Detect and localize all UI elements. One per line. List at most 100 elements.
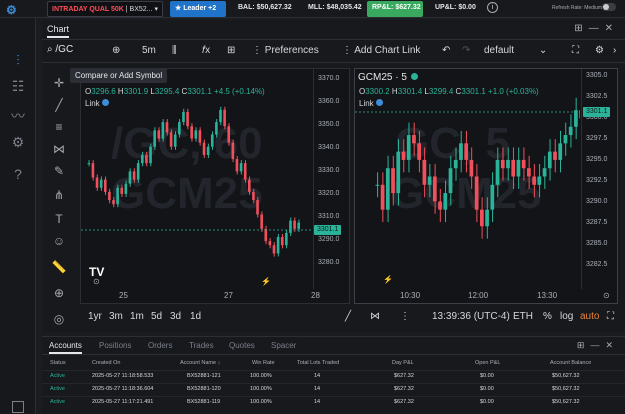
candle bbox=[401, 139, 406, 173]
redo-icon[interactable]: ↷ bbox=[462, 45, 470, 56]
chart-right[interactable]: GC, 5 GCM25 GCM25 · 5 O3300.2 H3301.4 L3… bbox=[354, 68, 618, 304]
crosshair-icon[interactable]: ✛ bbox=[51, 76, 67, 92]
chart-trend-icon[interactable]: 〰 bbox=[9, 106, 27, 124]
fib-icon[interactable]: ⋔ bbox=[51, 188, 67, 204]
person-icon: ★ bbox=[175, 5, 182, 12]
y-tick-label: 3290.0 bbox=[318, 236, 340, 243]
trade-icon[interactable]: ⫶ bbox=[9, 52, 27, 68]
candles-icon[interactable]: ⫼ bbox=[172, 45, 177, 56]
timeframe-button[interactable]: 5m bbox=[142, 45, 156, 56]
account-select[interactable]: INTRADAY QUAL 50K | BX52... ▾ bbox=[47, 1, 163, 17]
text-icon[interactable]: T bbox=[51, 212, 67, 228]
y-tick-label: 3292.5 bbox=[586, 177, 608, 184]
table-cell: $50,627.32 bbox=[552, 373, 580, 379]
layout-select[interactable]: default ⌄ bbox=[484, 45, 547, 56]
info-icon[interactable]: i bbox=[487, 2, 498, 13]
trendline-icon[interactable]: ╱ bbox=[51, 98, 67, 114]
col-win-rate[interactable]: Win Rate bbox=[252, 360, 275, 366]
chevron-down-icon: ▾ bbox=[154, 6, 158, 13]
tab-accounts[interactable]: Accounts bbox=[49, 341, 82, 354]
flash-icon[interactable]: ⚡ bbox=[383, 275, 393, 284]
y-tick-label: 3282.5 bbox=[586, 261, 608, 268]
candle bbox=[568, 114, 573, 148]
x-tick-label: 10:30 bbox=[400, 291, 421, 300]
auto-button[interactable]: auto bbox=[580, 311, 599, 322]
table-cell: 100.00% bbox=[250, 399, 272, 405]
replay-icon[interactable]: ⋮ bbox=[400, 311, 410, 322]
chart-left[interactable]: /GC, 60 GCM25 O3296.6 H3301.9 L3295.4 C3… bbox=[80, 68, 350, 304]
undo-icon[interactable]: ↶ bbox=[442, 45, 450, 56]
leader-button[interactable]: ★ Leader +2 bbox=[170, 1, 226, 17]
col-status[interactable]: Status bbox=[50, 360, 66, 366]
gear-icon[interactable]: ⚙ bbox=[595, 45, 604, 56]
minimize-icon[interactable]: — bbox=[590, 340, 605, 350]
measure-icon[interactable]: ╱ bbox=[345, 311, 351, 322]
percent-button[interactable]: % bbox=[543, 311, 552, 322]
candle bbox=[500, 147, 505, 181]
collapse-right-icon[interactable]: › bbox=[613, 45, 616, 56]
candle bbox=[149, 143, 152, 167]
x-tick-label: 25 bbox=[119, 291, 128, 300]
flash-icon[interactable]: ⚡ bbox=[261, 277, 271, 286]
close-icon[interactable]: ✕ bbox=[605, 23, 619, 34]
tab-orders[interactable]: Orders bbox=[148, 341, 172, 350]
candle bbox=[128, 168, 132, 187]
add-chart-link-button[interactable]: ⋮ Add Chart Link bbox=[342, 45, 420, 56]
add-icon[interactable]: ⊞ bbox=[574, 23, 588, 34]
zoom-in-icon[interactable]: ⊕ bbox=[51, 286, 67, 302]
settings-small-icon[interactable]: ⊙ bbox=[603, 291, 610, 300]
pattern-icon[interactable]: ⋈ bbox=[51, 142, 67, 158]
table-row[interactable]: Active 2025-05-27 11:18:58.533 BX52881-121… bbox=[42, 370, 625, 382]
brush-icon[interactable]: ✎ bbox=[51, 164, 67, 180]
candle bbox=[542, 155, 547, 189]
range-button[interactable]: 3d bbox=[170, 311, 181, 322]
tab-quotes[interactable]: Quotes bbox=[229, 341, 255, 350]
tab-chart[interactable]: Chart bbox=[47, 24, 70, 38]
scroll-corner-icon[interactable] bbox=[12, 401, 24, 413]
col-created-on[interactable]: Created On bbox=[92, 360, 120, 366]
tab-trades[interactable]: Trades bbox=[189, 341, 214, 350]
fullscreen-icon[interactable]: ⛶ bbox=[572, 45, 579, 56]
range-button[interactable]: 1yr bbox=[88, 311, 102, 322]
settings-icon[interactable]: ⚙ bbox=[9, 134, 27, 150]
range-button[interactable]: 1d bbox=[190, 311, 201, 322]
tab-spacer[interactable]: Spacer bbox=[271, 341, 296, 350]
help-icon[interactable]: ? bbox=[9, 166, 27, 182]
emoji-icon[interactable]: ☺ bbox=[51, 234, 67, 250]
ruler-icon[interactable]: 📏 bbox=[51, 260, 67, 276]
col-open-pnl[interactable]: Open P&L bbox=[475, 360, 500, 366]
close-icon[interactable]: ✕ bbox=[605, 340, 619, 350]
col-account-balance[interactable]: Account Balance bbox=[550, 360, 591, 366]
log-button[interactable]: log bbox=[560, 311, 573, 322]
range-button[interactable]: 1m bbox=[130, 311, 144, 322]
minimize-icon[interactable]: — bbox=[589, 23, 605, 34]
table-cell: 2025-05-27 11:18:36.604 bbox=[92, 386, 154, 392]
refresh-toggle[interactable] bbox=[602, 3, 616, 11]
col-day-pnl[interactable]: Day P&L bbox=[392, 360, 414, 366]
table-row[interactable]: Active 2025-05-27 11:18:36.604 BX52881-120… bbox=[42, 383, 625, 395]
symbol-search[interactable]: ⌕ /GC bbox=[47, 44, 97, 55]
preferences-button[interactable]: ⋮ Preferences bbox=[252, 45, 319, 56]
layout-grid-icon[interactable]: ⊞ bbox=[227, 45, 235, 56]
event-icon[interactable]: ⊙ bbox=[93, 277, 100, 286]
col-total-lots[interactable]: Total Lots Traded bbox=[297, 360, 339, 366]
horizontal-lines-icon[interactable]: ≡ bbox=[51, 120, 67, 136]
candle bbox=[532, 164, 536, 198]
y-tick-label: 3305.0 bbox=[586, 72, 608, 79]
range-button[interactable]: 5d bbox=[151, 311, 162, 322]
app-logo-icon[interactable]: ⚙ bbox=[6, 3, 20, 17]
expand-icon[interactable]: ⛶ bbox=[607, 311, 614, 322]
add-icon[interactable]: ⊞ bbox=[577, 340, 591, 350]
magnet-icon[interactable]: ◎ bbox=[51, 312, 67, 328]
session-button[interactable]: ETH bbox=[513, 311, 533, 322]
compare-add-icon[interactable]: ⊕ bbox=[112, 45, 120, 56]
candle bbox=[474, 164, 479, 223]
users-icon[interactable]: ☷ bbox=[9, 78, 27, 94]
tab-positions[interactable]: Positions bbox=[99, 341, 131, 350]
range-button[interactable]: 3m bbox=[109, 311, 123, 322]
pattern-small-icon[interactable]: ⋈ bbox=[370, 311, 380, 322]
candle bbox=[375, 172, 380, 198]
table-row[interactable]: Active 2025-05-27 11:17:21.491 BX52881-119… bbox=[42, 396, 625, 408]
col-account-name[interactable]: Account Name ↓ bbox=[180, 360, 220, 366]
indicators-icon[interactable]: 𝑓x bbox=[202, 45, 210, 56]
